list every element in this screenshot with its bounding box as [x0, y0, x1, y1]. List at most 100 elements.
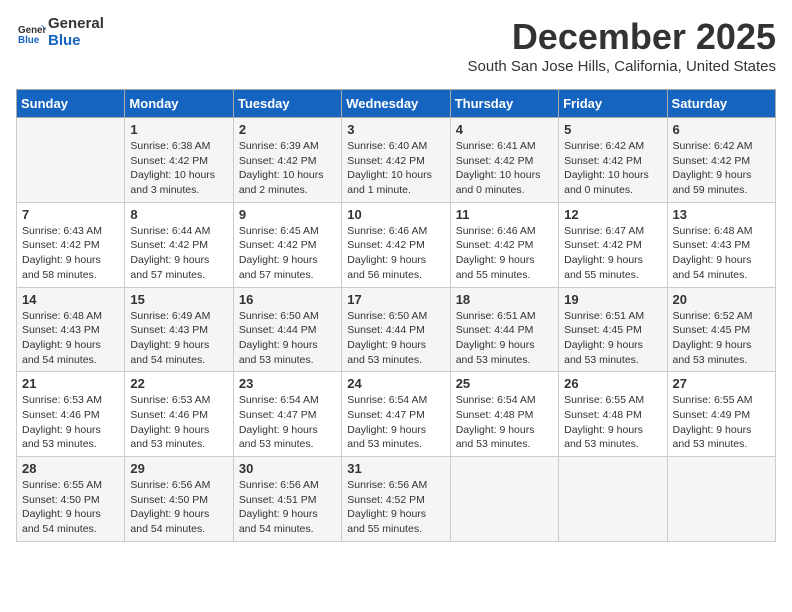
header-day-saturday: Saturday: [667, 90, 775, 118]
day-number: 12: [564, 207, 661, 222]
cell-details: Sunrise: 6:46 AMSunset: 4:42 PMDaylight:…: [456, 224, 553, 283]
calendar-cell: 21Sunrise: 6:53 AMSunset: 4:46 PMDayligh…: [17, 372, 125, 457]
day-number: 20: [673, 292, 770, 307]
day-number: 10: [347, 207, 444, 222]
calendar-cell: 18 Sunrise: 6:51 AMSunset: 4:44 PMDayligh…: [450, 287, 558, 372]
day-number: 22: [130, 376, 227, 391]
calendar-table: SundayMondayTuesdayWednesdayThursdayFrid…: [16, 89, 776, 542]
day-number: 25: [456, 376, 553, 391]
day-number: 1: [130, 122, 227, 137]
calendar-cell: 16 Sunrise: 6:50 AMSunset: 4:44 PMDayligh…: [233, 287, 341, 372]
calendar-cell: 2Sunrise: 6:39 AMSunset: 4:42 PMDaylight…: [233, 118, 341, 203]
header-day-wednesday: Wednesday: [342, 90, 450, 118]
cell-details: Sunrise: 6:42 AMSunset: 4:42 PMDaylight:…: [564, 139, 661, 198]
cell-details: Sunrise: 6:48 AMSunset: 4:43 PMDaylight:…: [673, 224, 770, 283]
day-number: 6: [673, 122, 770, 137]
day-number: 5: [564, 122, 661, 137]
calendar-cell: [17, 118, 125, 203]
calendar-cell: 15 Sunrise: 6:49 AMSunset: 4:43 PMDayligh…: [125, 287, 233, 372]
day-number: 11: [456, 207, 553, 222]
day-number: 3: [347, 122, 444, 137]
calendar-cell: 1 Sunrise: 6:38 AMSunset: 4:42 PMDaylight…: [125, 118, 233, 203]
calendar-cell: 26Sunrise: 6:55 AMSunset: 4:48 PMDayligh…: [559, 372, 667, 457]
cell-details: Sunrise: 6:44 AMSunset: 4:42 PMDaylight:…: [130, 224, 227, 283]
logo-blue-text: Blue: [48, 33, 104, 50]
logo-general-text: General: [48, 16, 104, 33]
week-row-2: 14 Sunrise: 6:48 AMSunset: 4:43 PMDayligh…: [17, 287, 776, 372]
day-number: 30: [239, 461, 336, 476]
calendar-cell: 4 Sunrise: 6:41 AMSunset: 4:42 PMDaylight…: [450, 118, 558, 203]
day-number: 8: [130, 207, 227, 222]
location-title: South San Jose Hills, California, United…: [468, 58, 777, 75]
cell-details: Sunrise: 6:54 AMSunset: 4:48 PMDaylight:…: [456, 393, 553, 452]
cell-details: Sunrise: 6:38 AMSunset: 4:42 PMDaylight:…: [130, 139, 227, 198]
calendar-cell: 20 Sunrise: 6:52 AMSunset: 4:45 PMDayligh…: [667, 287, 775, 372]
cell-details: Sunrise: 6:56 AMSunset: 4:50 PMDaylight:…: [130, 478, 227, 537]
header-day-monday: Monday: [125, 90, 233, 118]
cell-details: Sunrise: 6:55 AMSunset: 4:50 PMDaylight:…: [22, 478, 119, 537]
cell-details: Sunrise: 6:56 AMSunset: 4:51 PMDaylight:…: [239, 478, 336, 537]
calendar-cell: 3 Sunrise: 6:40 AMSunset: 4:42 PMDaylight…: [342, 118, 450, 203]
cell-details: Sunrise: 6:53 AMSunset: 4:46 PMDaylight:…: [22, 393, 119, 452]
calendar-cell: 9Sunrise: 6:45 AMSunset: 4:42 PMDaylight…: [233, 202, 341, 287]
cell-details: Sunrise: 6:42 AMSunset: 4:42 PMDaylight:…: [673, 139, 770, 198]
cell-details: Sunrise: 6:43 AMSunset: 4:42 PMDaylight:…: [22, 224, 119, 283]
calendar-cell: 14 Sunrise: 6:48 AMSunset: 4:43 PMDayligh…: [17, 287, 125, 372]
calendar-cell: 27 Sunrise: 6:55 AMSunset: 4:49 PMDayligh…: [667, 372, 775, 457]
calendar-cell: 7 Sunrise: 6:43 AMSunset: 4:42 PMDaylight…: [17, 202, 125, 287]
cell-details: Sunrise: 6:54 AMSunset: 4:47 PMDaylight:…: [239, 393, 336, 452]
cell-details: Sunrise: 6:47 AMSunset: 4:42 PMDaylight:…: [564, 224, 661, 283]
calendar-cell: [667, 457, 775, 542]
week-row-1: 7 Sunrise: 6:43 AMSunset: 4:42 PMDaylight…: [17, 202, 776, 287]
calendar-cell: [559, 457, 667, 542]
cell-details: Sunrise: 6:55 AMSunset: 4:48 PMDaylight:…: [564, 393, 661, 452]
calendar-cell: 23 Sunrise: 6:54 AMSunset: 4:47 PMDayligh…: [233, 372, 341, 457]
calendar-cell: 6 Sunrise: 6:42 AMSunset: 4:42 PMDaylight…: [667, 118, 775, 203]
day-number: 27: [673, 376, 770, 391]
cell-details: Sunrise: 6:45 AMSunset: 4:42 PMDaylight:…: [239, 224, 336, 283]
day-number: 29: [130, 461, 227, 476]
day-number: 16: [239, 292, 336, 307]
calendar-cell: 11 Sunrise: 6:46 AMSunset: 4:42 PMDayligh…: [450, 202, 558, 287]
day-number: 13: [673, 207, 770, 222]
week-row-4: 28 Sunrise: 6:55 AMSunset: 4:50 PMDayligh…: [17, 457, 776, 542]
day-number: 14: [22, 292, 119, 307]
cell-details: Sunrise: 6:51 AMSunset: 4:44 PMDaylight:…: [456, 309, 553, 368]
calendar-cell: 28 Sunrise: 6:55 AMSunset: 4:50 PMDayligh…: [17, 457, 125, 542]
day-number: 4: [456, 122, 553, 137]
week-row-0: 1 Sunrise: 6:38 AMSunset: 4:42 PMDaylight…: [17, 118, 776, 203]
calendar-cell: 24Sunrise: 6:54 AMSunset: 4:47 PMDayligh…: [342, 372, 450, 457]
day-number: 7: [22, 207, 119, 222]
week-row-3: 21Sunrise: 6:53 AMSunset: 4:46 PMDayligh…: [17, 372, 776, 457]
calendar-cell: 13 Sunrise: 6:48 AMSunset: 4:43 PMDayligh…: [667, 202, 775, 287]
calendar-cell: 8 Sunrise: 6:44 AMSunset: 4:42 PMDaylight…: [125, 202, 233, 287]
header-row: SundayMondayTuesdayWednesdayThursdayFrid…: [17, 90, 776, 118]
day-number: 15: [130, 292, 227, 307]
calendar-header: SundayMondayTuesdayWednesdayThursdayFrid…: [17, 90, 776, 118]
day-number: 18: [456, 292, 553, 307]
calendar-cell: 29 Sunrise: 6:56 AMSunset: 4:50 PMDayligh…: [125, 457, 233, 542]
cell-details: Sunrise: 6:55 AMSunset: 4:49 PMDaylight:…: [673, 393, 770, 452]
calendar-cell: 17 Sunrise: 6:50 AMSunset: 4:44 PMDayligh…: [342, 287, 450, 372]
calendar-cell: 19Sunrise: 6:51 AMSunset: 4:45 PMDayligh…: [559, 287, 667, 372]
day-number: 28: [22, 461, 119, 476]
cell-details: Sunrise: 6:50 AMSunset: 4:44 PMDaylight:…: [347, 309, 444, 368]
cell-details: Sunrise: 6:49 AMSunset: 4:43 PMDaylight:…: [130, 309, 227, 368]
calendar-body: 1 Sunrise: 6:38 AMSunset: 4:42 PMDaylight…: [17, 118, 776, 542]
cell-details: Sunrise: 6:50 AMSunset: 4:44 PMDaylight:…: [239, 309, 336, 368]
calendar-cell: 10 Sunrise: 6:46 AMSunset: 4:42 PMDayligh…: [342, 202, 450, 287]
cell-details: Sunrise: 6:48 AMSunset: 4:43 PMDaylight:…: [22, 309, 119, 368]
title-section: December 2025 South San Jose Hills, Cali…: [468, 16, 777, 85]
cell-details: Sunrise: 6:41 AMSunset: 4:42 PMDaylight:…: [456, 139, 553, 198]
day-number: 19: [564, 292, 661, 307]
cell-details: Sunrise: 6:46 AMSunset: 4:42 PMDaylight:…: [347, 224, 444, 283]
calendar-cell: 12 Sunrise: 6:47 AMSunset: 4:42 PMDayligh…: [559, 202, 667, 287]
header: General Blue General Blue December 2025 …: [16, 16, 776, 85]
header-day-sunday: Sunday: [17, 90, 125, 118]
header-day-friday: Friday: [559, 90, 667, 118]
cell-details: Sunrise: 6:52 AMSunset: 4:45 PMDaylight:…: [673, 309, 770, 368]
calendar-cell: 22Sunrise: 6:53 AMSunset: 4:46 PMDayligh…: [125, 372, 233, 457]
day-number: 23: [239, 376, 336, 391]
cell-details: Sunrise: 6:40 AMSunset: 4:42 PMDaylight:…: [347, 139, 444, 198]
day-number: 17: [347, 292, 444, 307]
